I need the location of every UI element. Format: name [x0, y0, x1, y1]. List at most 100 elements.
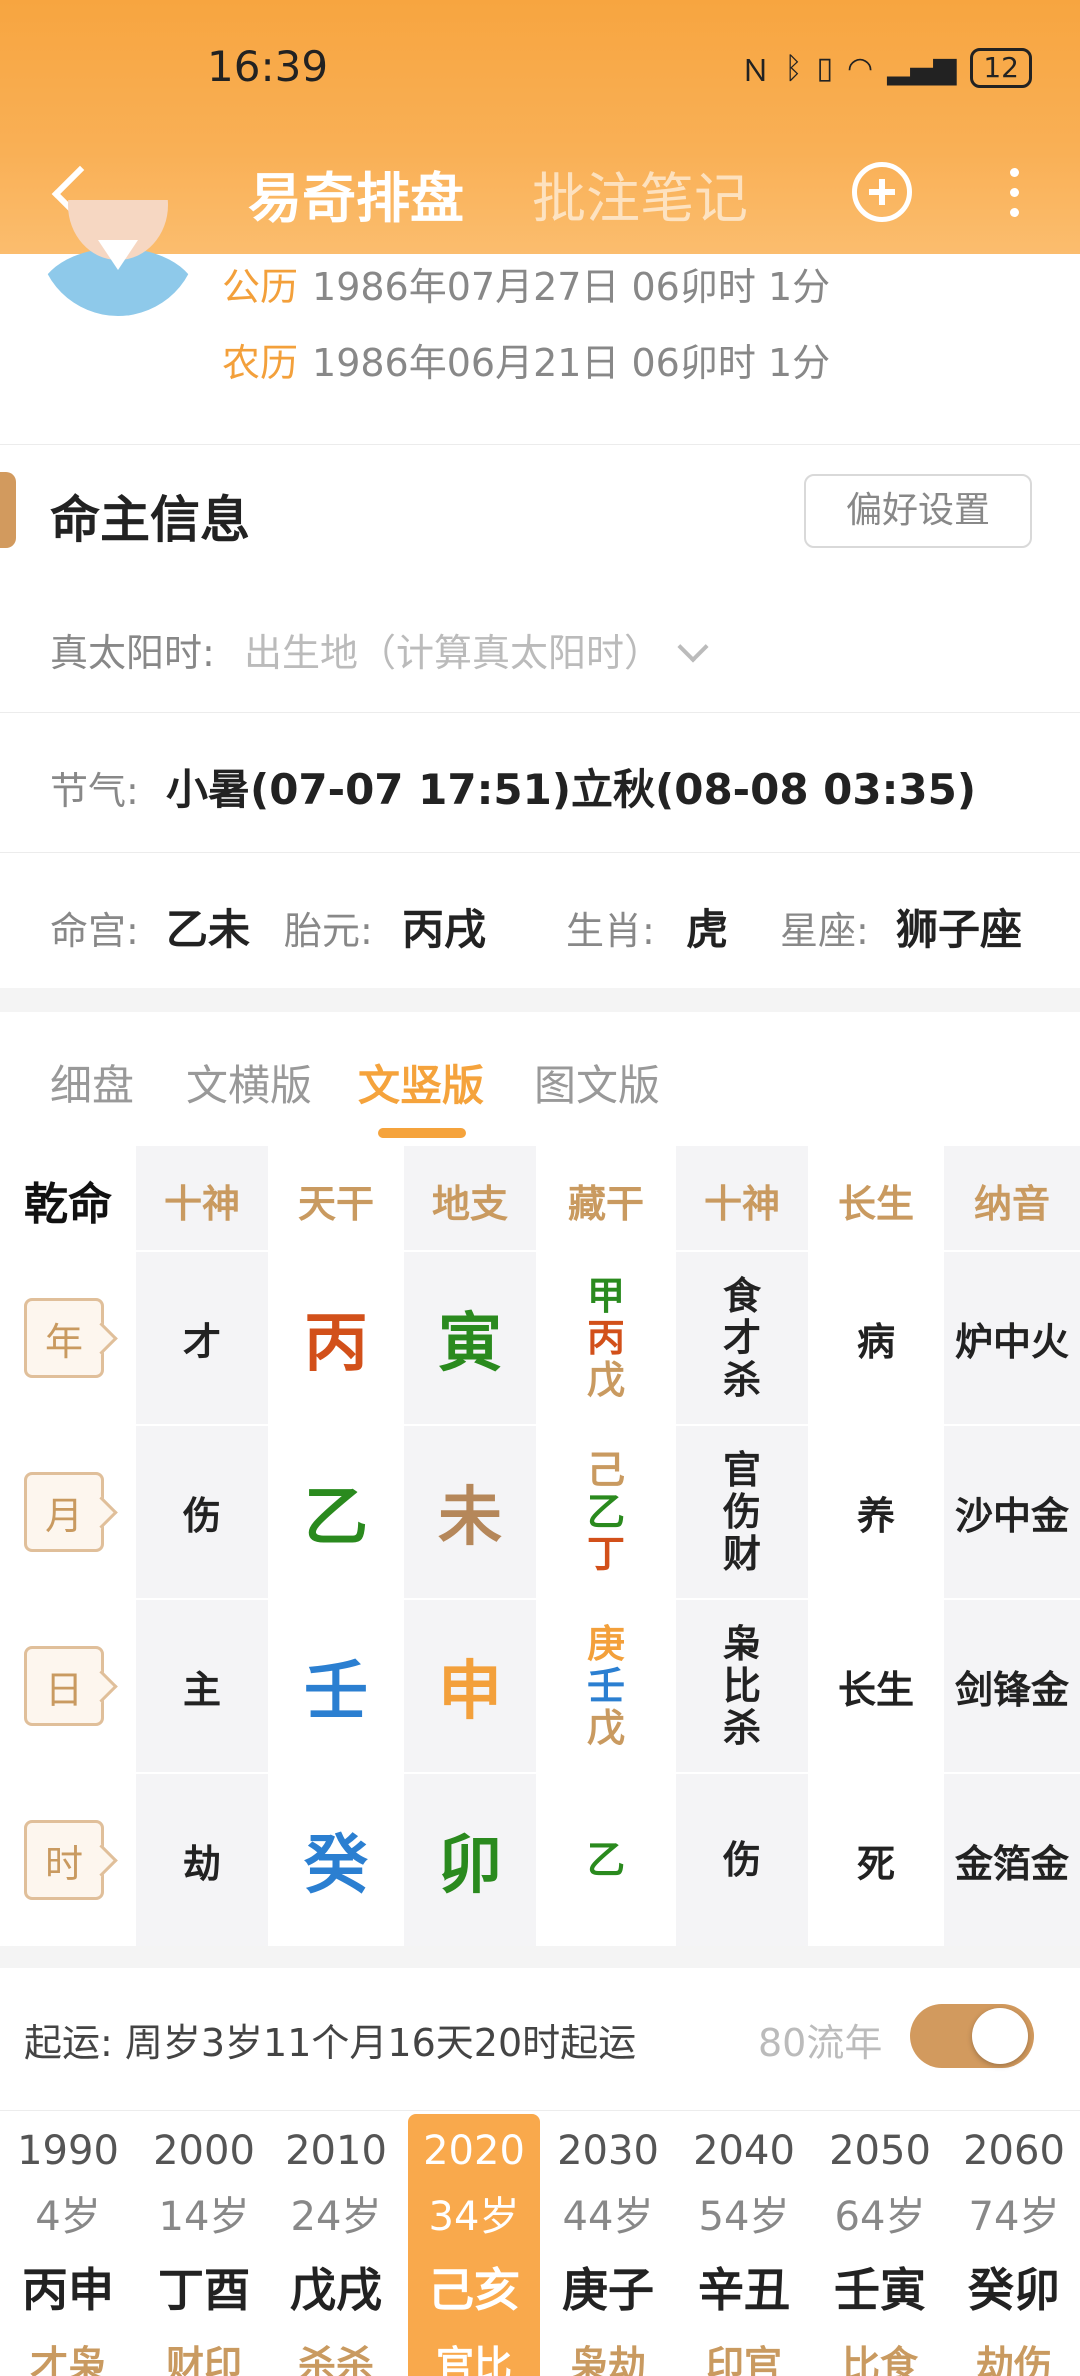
tab-notes[interactable]: 批注笔记 — [532, 154, 748, 233]
dayun-shishen: 枭劫 — [569, 2343, 646, 2376]
tab-tuwenban[interactable]: 图文版 — [534, 1052, 660, 1113]
canggan-char: 乙 — [586, 1490, 625, 1534]
solar-date-row: 公历 1986年07月27日 06卯时 1分 — [222, 256, 830, 311]
changsheng-cell: 长生 — [837, 1667, 914, 1712]
dayun-item[interactable]: 2060 74岁 癸卯 劫伤 — [948, 2114, 1080, 2376]
dayun-item[interactable]: 2020 34岁 己亥 官比 — [408, 2114, 540, 2376]
dayun-age: 4岁 — [35, 2194, 101, 2240]
shishen-cell: 才 — [182, 1319, 221, 1364]
hidden-shishen-char: 财 — [722, 1532, 761, 1576]
section-accent — [0, 472, 16, 548]
shengxiao-label: 生肖: — [566, 909, 655, 953]
add-icon-button[interactable] — [852, 162, 912, 222]
dayun-shishen: 劫伤 — [975, 2343, 1052, 2376]
header-shishen-hidden: 十神 — [703, 1181, 780, 1226]
jieqi-label: 节气: — [50, 769, 139, 813]
hidden-shishen-char: 杀 — [722, 1358, 761, 1402]
dayun-age: 34岁 — [428, 2194, 520, 2240]
dayun-item[interactable]: 2040 54岁 辛丑 印官 — [678, 2114, 810, 2376]
pillar-tag[interactable]: 时 — [24, 1820, 104, 1900]
header-shishen: 十神 — [163, 1181, 240, 1226]
bluetooth-icon: ᛒ — [784, 50, 803, 86]
liunian-label: 80流年 — [758, 2021, 883, 2065]
hidden-shishen-cell: 食才杀 — [676, 1252, 808, 1424]
xingzuo-value: 狮子座 — [896, 905, 1023, 954]
nayin-cell: 沙中金 — [954, 1493, 1069, 1538]
minggong-value: 乙未 — [166, 905, 251, 954]
header-tiangan: 天干 — [297, 1181, 374, 1226]
lunar-date-row: 农历 1986年06月21日 06卯时 1分 — [222, 332, 830, 387]
status-icons: Ｎ ᛒ ▯ ◠ ▂▄▆ 12 — [740, 46, 1032, 90]
tab-wenshuban[interactable]: 文竖版 — [358, 1052, 484, 1113]
dizhi-cell: 寅 — [438, 1307, 502, 1381]
pillar-tag[interactable]: 月 — [24, 1472, 104, 1552]
canggan-char: 乙 — [586, 1838, 625, 1882]
nayin-cell: 剑锋金 — [954, 1667, 1069, 1712]
pillar-tag[interactable]: 年 — [24, 1298, 104, 1378]
canggan-cell: 甲丙戊 — [536, 1252, 676, 1424]
taiyuan-value: 丙戌 — [402, 905, 487, 954]
tiangan-cell: 乙 — [304, 1481, 368, 1555]
hidden-shishen-cell: 伤 — [676, 1774, 808, 1946]
dayun-item[interactable]: 2050 64岁 壬寅 比食 — [814, 2114, 946, 2376]
tab-wenhengban[interactable]: 文横版 — [186, 1052, 312, 1113]
divider — [0, 852, 1080, 853]
header-changsheng: 长生 — [837, 1181, 914, 1226]
canggan-cell: 己乙丁 — [536, 1426, 676, 1598]
tiangan-cell: 癸 — [304, 1829, 368, 1903]
canggan-char: 戊 — [586, 1358, 625, 1402]
preference-settings-button[interactable]: 偏好设置 — [804, 474, 1032, 548]
hidden-shishen-char: 枭 — [722, 1622, 761, 1666]
dayun-item[interactable]: 2000 14岁 丁酉 财印 — [138, 2114, 270, 2376]
dayun-year: 2000 — [153, 2128, 255, 2174]
dayun-shishen: 杀杀 — [297, 2343, 374, 2376]
pillar-tag[interactable]: 日 — [24, 1646, 104, 1726]
section-title: 命主信息 — [50, 491, 250, 549]
dayun-ganzhi: 壬寅 — [834, 2263, 926, 2317]
hidden-shishen-char: 比 — [722, 1664, 761, 1708]
avatar[interactable] — [38, 200, 198, 316]
dayun-shishen: 官比 — [435, 2343, 512, 2376]
hidden-shishen-char: 伤 — [722, 1490, 761, 1534]
dayun-year: 2020 — [423, 2128, 525, 2174]
dayun-item[interactable]: 2010 24岁 戊戌 杀杀 — [270, 2114, 402, 2376]
canggan-char: 己 — [586, 1448, 625, 1492]
tab-xipan[interactable]: 细盘 — [50, 1052, 134, 1113]
canggan-cell: 庚壬戊 — [536, 1600, 676, 1772]
tiangan-cell: 丙 — [304, 1307, 368, 1381]
dayun-age: 24岁 — [290, 2194, 382, 2240]
tab-chart[interactable]: 易奇排盘 — [248, 154, 464, 233]
toggle-knob — [972, 2008, 1028, 2064]
xingzuo-label: 星座: — [780, 909, 869, 953]
changsheng-cell: 养 — [856, 1493, 895, 1538]
canggan-cell: 乙 — [536, 1774, 676, 1946]
changsheng-cell: 死 — [856, 1841, 895, 1886]
battery-indicator: 12 — [970, 48, 1032, 88]
shishen-cell: 劫 — [182, 1841, 221, 1886]
dizhi-cell: 申 — [438, 1655, 502, 1729]
dayun-year: 1990 — [17, 2128, 119, 2174]
dayun-age: 74岁 — [968, 2194, 1060, 2240]
active-tab-indicator — [378, 1128, 466, 1138]
liunian-toggle[interactable] — [910, 2004, 1034, 2068]
more-options-icon[interactable] — [1004, 164, 1024, 224]
dizhi-cell: 卯 — [438, 1829, 502, 1903]
jieqi-value: 小暑(07-07 17:51)立秋(08-08 03:35) — [166, 765, 977, 814]
birthplace-select[interactable]: 出生地（计算真太阳时） — [244, 622, 709, 677]
divider — [0, 2110, 1080, 2111]
status-time: 16:39 — [207, 42, 329, 91]
dayun-year: 2040 — [693, 2128, 795, 2174]
true-solar-label: 真太阳时: — [50, 631, 215, 675]
qiyun-text: 起运: 周岁3岁11个月16天20时起运 — [24, 2021, 637, 2065]
tiangan-cell: 壬 — [304, 1655, 368, 1729]
dayun-item[interactable]: 2030 44岁 庚子 枭劫 — [542, 2114, 674, 2376]
birthplace-placeholder: 出生地（计算真太阳时） — [244, 631, 663, 675]
dayun-year: 2050 — [829, 2128, 931, 2174]
shishen-cell: 伤 — [182, 1493, 221, 1538]
dayun-item[interactable]: 1990 4岁 丙申 才枭 — [2, 2114, 134, 2376]
nfc-icon: Ｎ — [740, 54, 771, 89]
hidden-shishen-char: 官 — [722, 1448, 761, 1492]
hidden-shishen-char: 食 — [722, 1274, 761, 1318]
dayun-ganzhi: 辛丑 — [698, 2263, 790, 2317]
lunar-label: 农历 — [222, 341, 299, 385]
